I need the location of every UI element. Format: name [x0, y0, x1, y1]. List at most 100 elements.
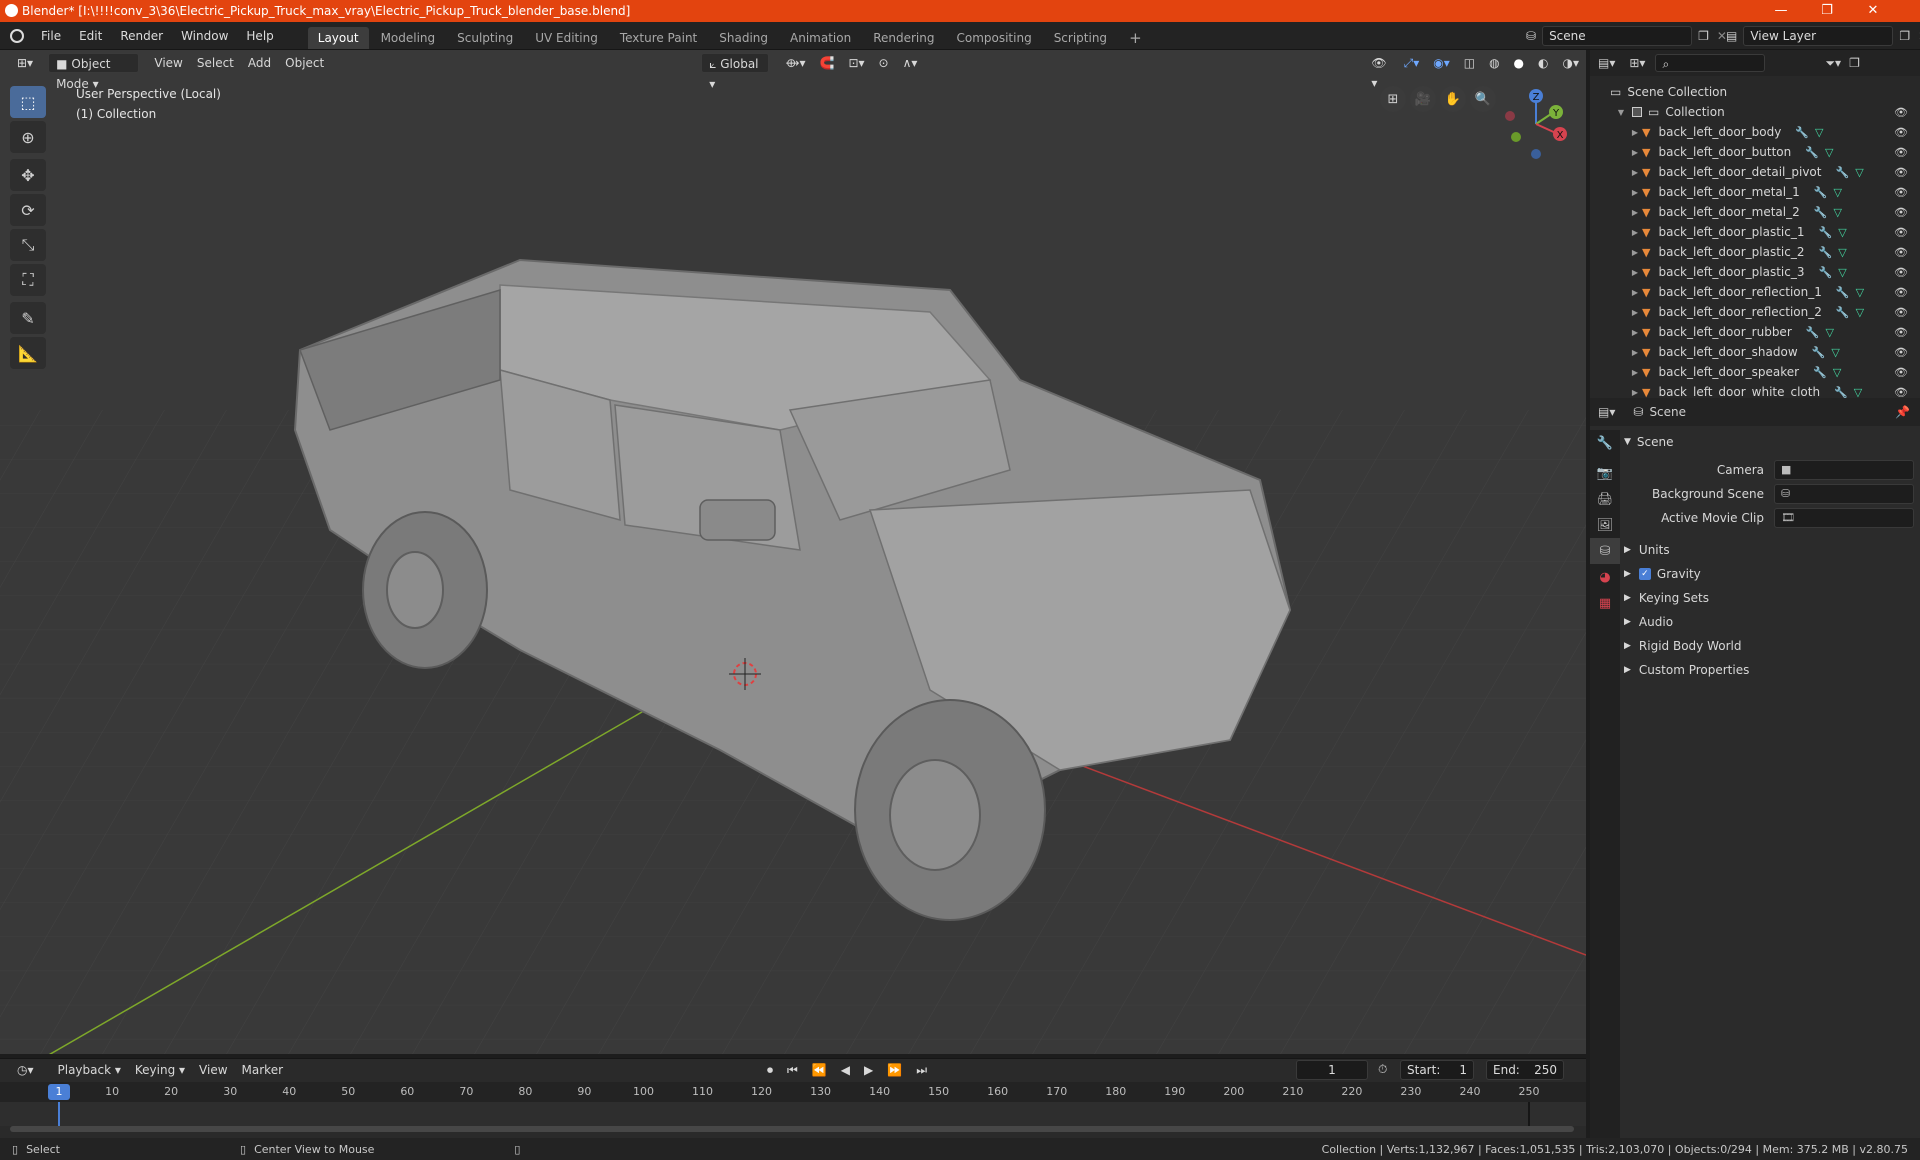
start-frame-field[interactable]: Start: 1: [1400, 1060, 1474, 1080]
add-workspace-button[interactable]: +: [1119, 27, 1152, 49]
menu-help[interactable]: Help: [237, 22, 282, 50]
mesh-data-icon[interactable]: ▽: [1855, 166, 1863, 179]
modifier-icon[interactable]: 🔧: [1818, 266, 1832, 279]
render-properties-tab-icon[interactable]: 📷: [1590, 460, 1620, 486]
measure-tool-icon[interactable]: 📐: [10, 337, 46, 369]
modifier-icon[interactable]: 🔧: [1834, 386, 1848, 399]
jump-keyframe-forward-icon[interactable]: ⏩: [880, 1060, 909, 1080]
visibility-selector-icon[interactable]: 👁▾: [1364, 53, 1396, 90]
custom-properties-panel-header[interactable]: ▶ Custom Properties: [1624, 658, 1914, 682]
mesh-data-icon[interactable]: ▽: [1854, 386, 1862, 399]
menu-edit[interactable]: Edit: [70, 22, 111, 50]
view-layer-selector[interactable]: View Layer: [1743, 26, 1894, 46]
modifier-icon[interactable]: 🔧: [1814, 186, 1828, 199]
scene-properties-tab-icon[interactable]: ⛁: [1590, 538, 1620, 564]
minimize-button[interactable]: —: [1758, 0, 1804, 22]
properties-editor-type-icon[interactable]: ▤▾: [1598, 405, 1615, 419]
wireframe-shading-icon[interactable]: ◍: [1482, 53, 1506, 73]
outliner-item[interactable]: ▶ ▼ back_left_door_body 🔧 ▽ 👁: [1590, 122, 1920, 142]
gizmo-neg-y-axis[interactable]: [1511, 132, 1521, 142]
play-icon[interactable]: ▶: [857, 1060, 880, 1080]
record-icon[interactable]: ⏺: [760, 1060, 780, 1080]
current-frame-marker[interactable]: 1: [48, 1084, 70, 1100]
marker-menu[interactable]: Marker: [235, 1060, 290, 1080]
move-tool-icon[interactable]: ✥: [10, 159, 46, 191]
outliner-item[interactable]: ▶ ▼ back_left_door_reflection_2 🔧 ▽ 👁: [1590, 302, 1920, 322]
expand-object-icon[interactable]: ▶: [1628, 228, 1642, 237]
proportional-edit-icon[interactable]: ⊙: [872, 53, 896, 73]
outliner-item[interactable]: ▶ ▼ back_left_door_plastic_3 🔧 ▽ 👁: [1590, 262, 1920, 282]
rotate-tool-icon[interactable]: ⟳: [10, 194, 46, 226]
3d-viewport[interactable]: [0, 50, 1586, 1054]
tab-modeling[interactable]: Modeling: [371, 27, 446, 49]
pivot-point-icon[interactable]: ⟴▾: [779, 53, 813, 73]
gravity-panel-header[interactable]: ▶ ✓ Gravity: [1624, 562, 1914, 586]
rigid-body-world-panel-header[interactable]: ▶ Rigid Body World: [1624, 634, 1914, 658]
jump-end-icon[interactable]: ⏭: [909, 1060, 934, 1080]
modifier-icon[interactable]: 🔧: [1795, 126, 1809, 139]
outliner-collection[interactable]: ▼ ▭ Collection 👁: [1590, 102, 1920, 122]
tool-properties-tab-icon[interactable]: 🔧: [1590, 430, 1620, 456]
cursor-tool-icon[interactable]: ⊕: [10, 121, 46, 153]
outliner-search-input[interactable]: ⌕: [1655, 54, 1766, 72]
expand-object-icon[interactable]: ▶: [1628, 128, 1642, 137]
menu-render[interactable]: Render: [111, 22, 172, 50]
modifier-icon[interactable]: 🔧: [1806, 326, 1820, 339]
eye-icon[interactable]: 👁: [1894, 306, 1908, 319]
current-frame-field[interactable]: 1: [1296, 1060, 1368, 1080]
play-reverse-icon[interactable]: ◀: [834, 1060, 857, 1080]
expand-object-icon[interactable]: ▶: [1628, 388, 1642, 397]
falloff-icon[interactable]: ∧▾: [896, 53, 925, 73]
object-menu[interactable]: Object: [278, 53, 331, 73]
maximize-button[interactable]: ❐: [1804, 0, 1850, 22]
editor-type-button[interactable]: ⊞▾: [10, 53, 40, 73]
toggle-camera-grid-icon[interactable]: ⊞: [1380, 86, 1406, 112]
eye-icon[interactable]: 👁: [1894, 146, 1908, 159]
outliner-item[interactable]: ▶ ▼ back_left_door_rubber 🔧 ▽ 👁: [1590, 322, 1920, 342]
eye-icon[interactable]: 👁: [1894, 226, 1908, 239]
expand-object-icon[interactable]: ▶: [1628, 308, 1642, 317]
view-layer-properties-tab-icon[interactable]: 🖼: [1590, 512, 1620, 538]
new-view-layer-icon[interactable]: ❐: [1899, 29, 1910, 43]
timeline-track[interactable]: [0, 1102, 1586, 1132]
menu-window[interactable]: Window: [172, 22, 237, 50]
mesh-data-icon[interactable]: ▽: [1833, 366, 1841, 379]
tab-compositing[interactable]: Compositing: [946, 27, 1041, 49]
mesh-data-icon[interactable]: ▽: [1838, 226, 1846, 239]
gizmo-toggle-icon[interactable]: ⤢▾: [1397, 53, 1427, 73]
eye-icon[interactable]: 👁: [1894, 186, 1908, 199]
scene-selector[interactable]: Scene: [1542, 26, 1693, 46]
units-panel-header[interactable]: ▶ Units: [1624, 538, 1914, 562]
mesh-data-icon[interactable]: ▽: [1833, 186, 1841, 199]
eye-icon[interactable]: 👁: [1894, 366, 1908, 379]
gizmo-neg-z-axis[interactable]: [1531, 149, 1541, 159]
timeline-scrollbar[interactable]: [10, 1126, 1574, 1132]
transform-tool-icon[interactable]: ⛶: [10, 264, 46, 296]
audio-panel-header[interactable]: ▶ Audio: [1624, 610, 1914, 634]
snap-icon[interactable]: 🧲: [812, 53, 841, 73]
expand-object-icon[interactable]: ▶: [1628, 328, 1642, 337]
modifier-icon[interactable]: 🔧: [1818, 246, 1832, 259]
tab-scripting[interactable]: Scripting: [1044, 27, 1117, 49]
modifier-icon[interactable]: 🔧: [1836, 306, 1850, 319]
eye-icon[interactable]: 👁: [1894, 206, 1908, 219]
outliner-item[interactable]: ▶ ▼ back_left_door_detail_pivot 🔧 ▽ 👁: [1590, 162, 1920, 182]
outliner-item[interactable]: ▶ ▼ back_left_door_reflection_1 🔧 ▽ 👁: [1590, 282, 1920, 302]
rendered-shading-icon[interactable]: ◑▾: [1556, 53, 1587, 73]
texture-properties-tab-icon[interactable]: ▦: [1590, 590, 1620, 616]
expand-collection-icon[interactable]: ▼: [1614, 108, 1628, 117]
eye-icon[interactable]: 👁: [1894, 106, 1908, 119]
pan-view-icon[interactable]: ✋: [1440, 86, 1466, 112]
outliner-scene-collection[interactable]: ▭ Scene Collection: [1590, 82, 1920, 102]
filter-icon[interactable]: ⏷▾: [1825, 56, 1841, 71]
mesh-data-icon[interactable]: ▽: [1838, 246, 1846, 259]
camera-view-icon[interactable]: 🎥: [1410, 86, 1436, 112]
navigation-gizmo[interactable]: Z Y X: [1496, 82, 1576, 162]
mesh-data-icon[interactable]: ▽: [1833, 206, 1841, 219]
scene-panel-header[interactable]: ▼ Scene: [1624, 430, 1914, 454]
expand-object-icon[interactable]: ▶: [1628, 268, 1642, 277]
eye-icon[interactable]: 👁: [1894, 126, 1908, 139]
expand-object-icon[interactable]: ▶: [1628, 188, 1642, 197]
modifier-icon[interactable]: 🔧: [1813, 366, 1827, 379]
timeline-view-menu[interactable]: View: [192, 1060, 234, 1080]
